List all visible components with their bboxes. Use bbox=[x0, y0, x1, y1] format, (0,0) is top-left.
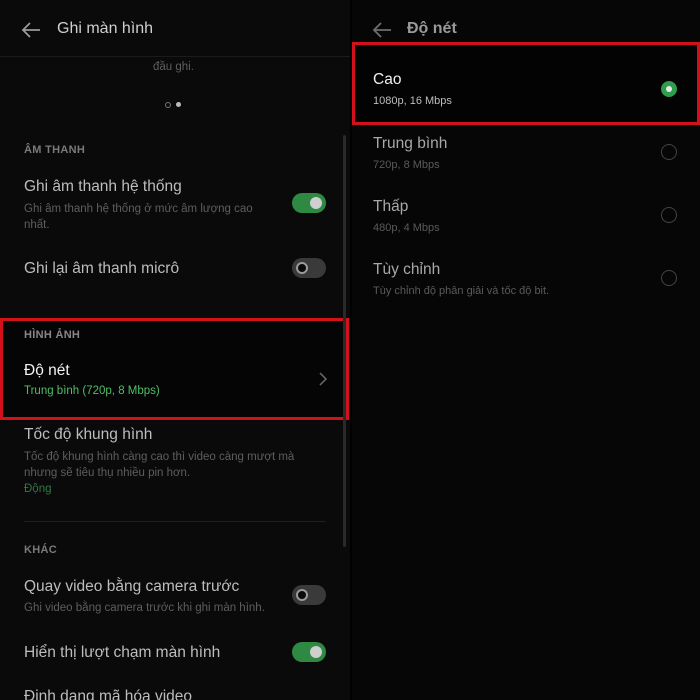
carousel-dot bbox=[165, 101, 171, 108]
system-audio-desc-line1: Ghi âm thanh hệ thống ở mức âm lượng cao bbox=[24, 203, 253, 215]
frame-rate-row[interactable]: Tốc độ khung hình Tốc độ khung hình càng… bbox=[0, 420, 343, 500]
option-radio[interactable] bbox=[661, 207, 677, 223]
resolution-picker-panel: Độ nét Cao 1080p, 16 Mbps Trung bình 720… bbox=[352, 0, 700, 700]
page-title: Ghi màn hình bbox=[57, 20, 154, 37]
scrollbar[interactable] bbox=[343, 135, 346, 547]
section-label-other: KHÁC bbox=[24, 544, 57, 556]
option-subtitle: Tùy chỉnh độ phân giải và tốc độ bit. bbox=[373, 285, 550, 297]
back-arrow-icon[interactable] bbox=[20, 20, 42, 40]
back-arrow-icon[interactable] bbox=[371, 20, 393, 40]
toggle-knob bbox=[310, 646, 322, 658]
mic-audio-title: Ghi lại âm thanh micrô bbox=[24, 260, 180, 277]
option-title: Tùy chỉnh bbox=[373, 261, 441, 278]
option-radio[interactable] bbox=[661, 144, 677, 160]
video-encoding-title[interactable]: Định dạng mã hóa video bbox=[24, 688, 192, 700]
frame-rate-desc-line1: Tốc độ khung hình càng cao thì video càn… bbox=[24, 451, 295, 463]
high-option-highlight-box bbox=[352, 42, 700, 125]
option-row-low[interactable]: Thấp 480p, 4 Mbps bbox=[352, 193, 700, 243]
show-touches-title: Hiển thị lượt chạm màn hình bbox=[24, 644, 221, 661]
toggle-knob bbox=[296, 589, 308, 601]
carousel-dots bbox=[165, 96, 186, 114]
section-divider bbox=[24, 521, 326, 522]
option-radio[interactable] bbox=[661, 270, 677, 286]
left-header: Ghi màn hình bbox=[0, 0, 350, 57]
system-audio-desc-line2: nhất. bbox=[24, 219, 50, 231]
option-row-custom[interactable]: Tùy chỉnh Tùy chỉnh độ phân giải và tốc … bbox=[352, 256, 700, 306]
front-camera-desc: Ghi video bằng camera trước khi ghi màn … bbox=[24, 602, 265, 614]
front-camera-toggle[interactable] bbox=[292, 585, 326, 605]
option-title: Thấp bbox=[373, 198, 409, 215]
system-audio-toggle[interactable] bbox=[292, 193, 326, 213]
frame-rate-title: Tốc độ khung hình bbox=[24, 426, 153, 443]
frame-rate-desc-line2: nhưng sẽ tiêu thụ nhiều pin hơn. bbox=[24, 467, 191, 479]
page-title: Độ nét bbox=[407, 20, 457, 37]
option-subtitle: 480p, 4 Mbps bbox=[373, 222, 440, 234]
section-label-sound: ÂM THANH bbox=[24, 144, 86, 156]
option-row-medium[interactable]: Trung bình 720p, 8 Mbps bbox=[352, 130, 700, 180]
resolution-highlight-box bbox=[0, 318, 349, 420]
show-touches-toggle[interactable] bbox=[292, 642, 326, 662]
option-title: Trung bình bbox=[373, 135, 448, 152]
option-subtitle: 720p, 8 Mbps bbox=[373, 159, 440, 171]
toggle-knob bbox=[310, 197, 322, 209]
screen-record-settings-panel: Ghi màn hình đầu ghi. ÂM THANH Ghi âm th… bbox=[0, 0, 350, 700]
frame-rate-value: Động bbox=[24, 483, 52, 495]
mic-audio-toggle[interactable] bbox=[292, 258, 326, 278]
system-audio-title: Ghi âm thanh hệ thống bbox=[24, 178, 182, 195]
toggle-knob bbox=[296, 262, 308, 274]
carousel-caption-fragment: đầu ghi. bbox=[153, 61, 194, 73]
carousel-dot-active bbox=[176, 102, 181, 108]
front-camera-title: Quay video bằng camera trước bbox=[24, 578, 240, 595]
